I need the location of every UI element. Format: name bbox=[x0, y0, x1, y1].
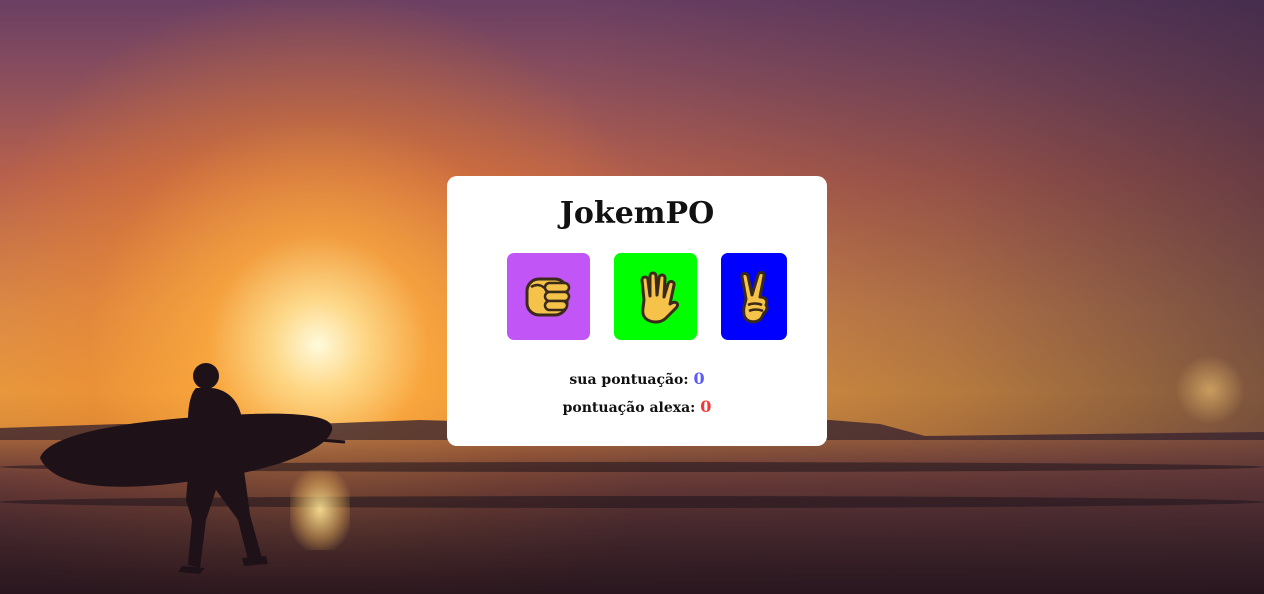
alexa-score-label: pontuação alexa: bbox=[562, 400, 696, 416]
victory-hand-icon bbox=[740, 270, 769, 323]
rock-button[interactable] bbox=[507, 253, 590, 340]
fist-icon bbox=[525, 277, 570, 316]
alexa-score: pontuação alexa: 0 bbox=[447, 397, 827, 418]
alexa-score-value: 0 bbox=[700, 397, 712, 416]
game-card: JokemPO sua pontuação: 0 pontuação alexa… bbox=[447, 176, 827, 446]
user-score-value: 0 bbox=[693, 369, 705, 388]
raised-hand-icon bbox=[640, 271, 679, 323]
game-title: JokemPO bbox=[559, 196, 715, 231]
paper-button[interactable] bbox=[614, 253, 697, 340]
user-score: sua pontuação: 0 bbox=[447, 369, 827, 390]
user-score-label: sua pontuação: bbox=[569, 372, 689, 388]
scissors-button[interactable] bbox=[721, 253, 787, 340]
choices-row bbox=[447, 253, 827, 340]
